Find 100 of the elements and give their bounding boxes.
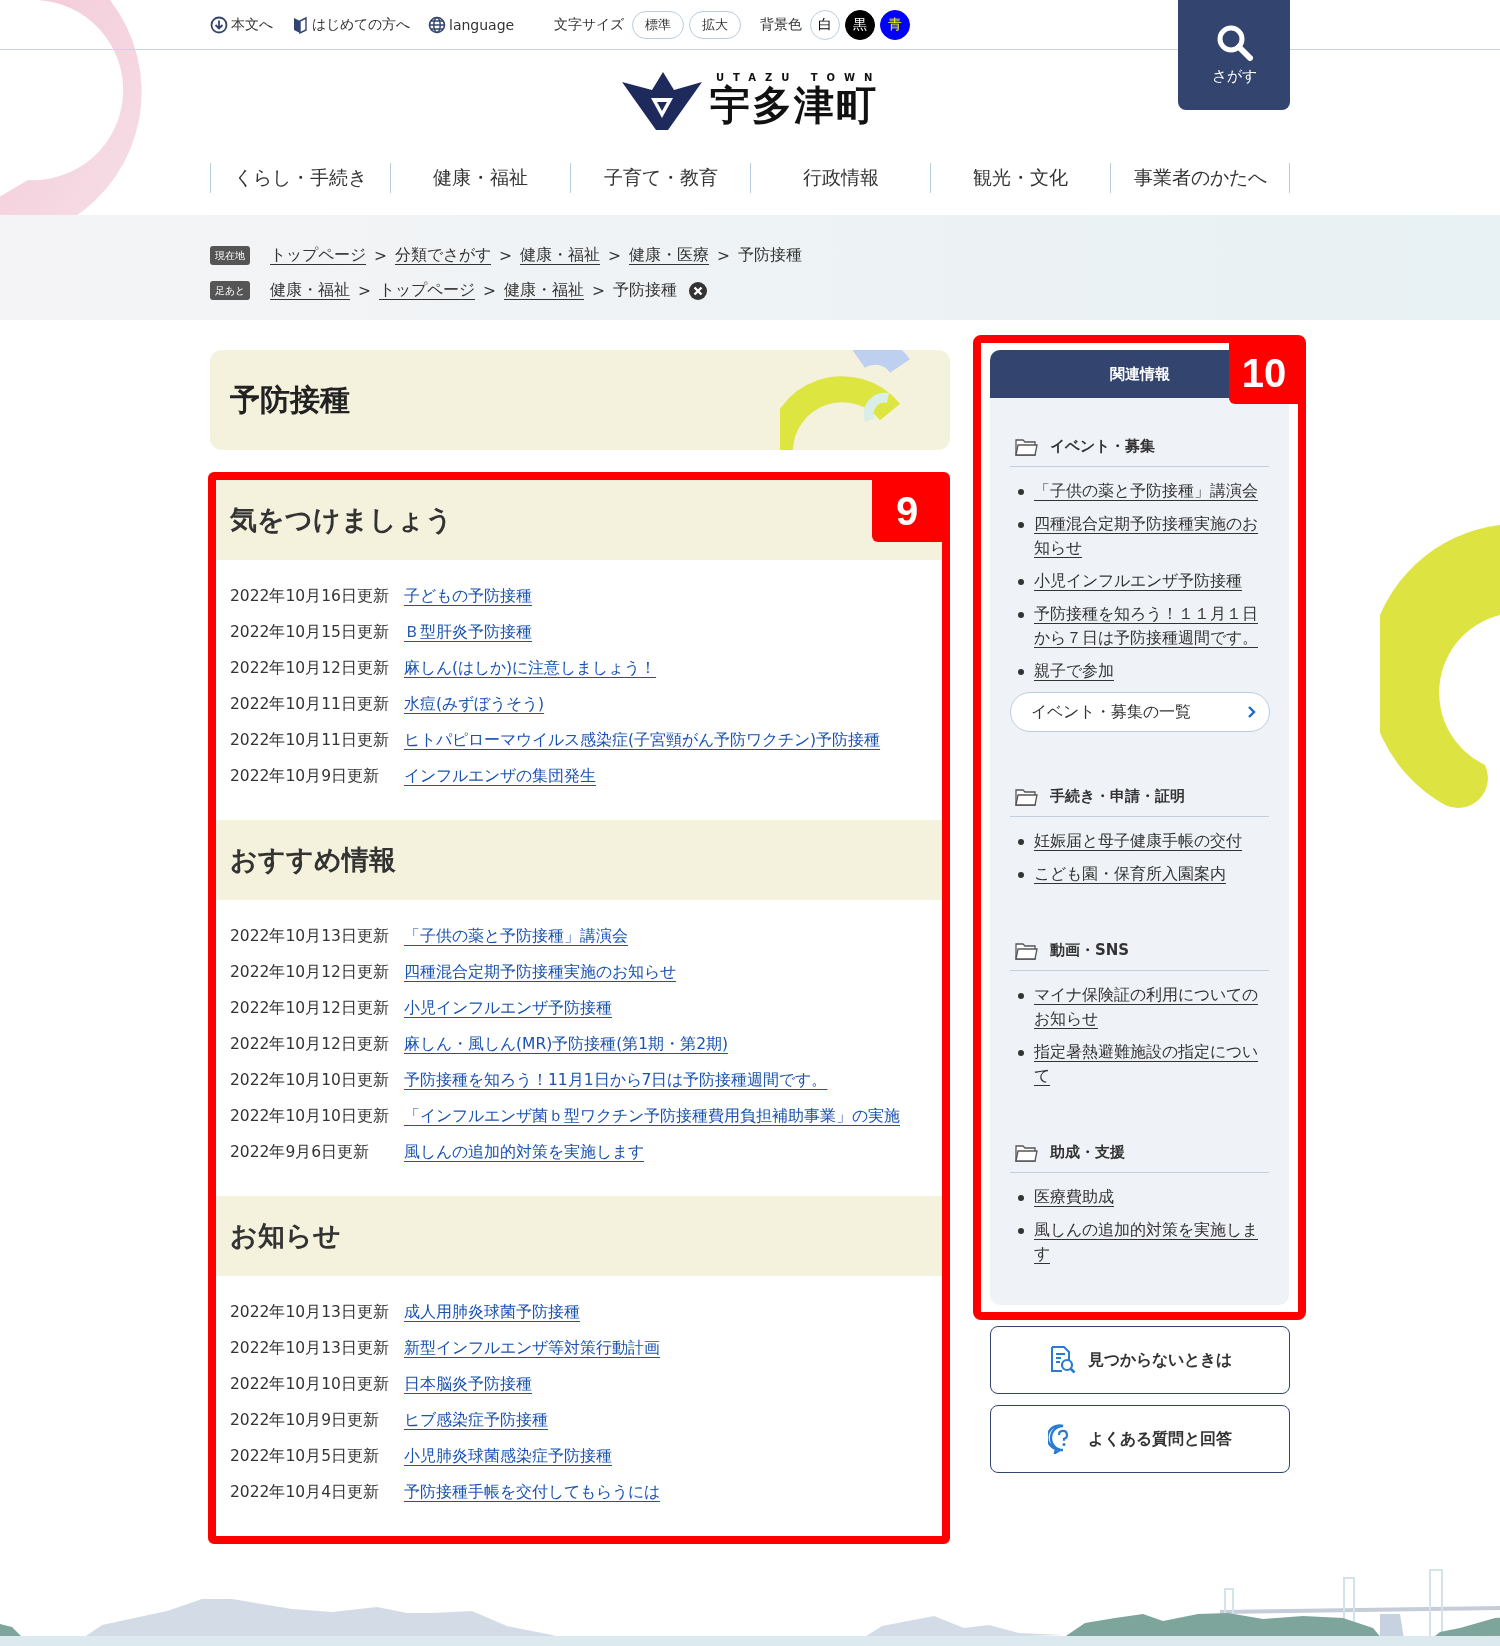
article-link[interactable]: Ｂ型肝炎予防接種: [404, 621, 532, 643]
article-link[interactable]: 小児肺炎球菌感染症予防接種: [404, 1445, 612, 1467]
update-date: 2022年10月10日更新: [230, 1373, 390, 1395]
utility-link[interactable]: language: [428, 15, 515, 34]
group-heading: 手続き・申請・証明: [1050, 786, 1185, 806]
related-link[interactable]: 親子で参加: [1034, 659, 1260, 683]
beginner-mark-icon: [291, 15, 309, 34]
update-date: 2022年10月11日更新: [230, 693, 390, 715]
article-link[interactable]: 水痘(みずぼうそう): [404, 693, 545, 715]
breadcrumb-link[interactable]: 健康・福祉: [504, 280, 584, 301]
help-button[interactable]: よくある質問と回答: [990, 1405, 1290, 1473]
bullet-icon: [1018, 579, 1024, 585]
article-link[interactable]: 「子供の薬と予防接種」講演会: [404, 925, 628, 947]
search-icon: [1215, 23, 1253, 61]
related-link[interactable]: 四種混合定期予防接種実施のお知らせ: [1034, 512, 1260, 560]
update-date: 2022年10月12日更新: [230, 657, 390, 679]
article-link[interactable]: 麻しん・風しん(MR)予防接種(第1期・第2期): [404, 1033, 729, 1055]
article-link[interactable]: 小児インフルエンザ予防接種: [404, 997, 612, 1019]
breadcrumb-separator: >: [499, 246, 512, 265]
group-heading: イベント・募集: [1050, 436, 1155, 456]
related-link[interactable]: 「子供の薬と予防接種」講演会: [1034, 479, 1260, 503]
group-heading: 助成・支援: [1050, 1142, 1125, 1162]
article-link[interactable]: 風しんの追加的対策を実施します: [404, 1141, 644, 1163]
nav-tab[interactable]: 行政情報: [750, 163, 930, 193]
globe-icon: [428, 15, 446, 34]
document-search-icon: [1048, 1345, 1078, 1375]
update-date: 2022年10月13日更新: [230, 925, 390, 947]
article-link[interactable]: 予防接種手帳を交付してもらうには: [404, 1481, 660, 1503]
nav-tab[interactable]: 事業者のかたへ: [1110, 163, 1290, 193]
font-size-label: 文字サイズ: [554, 15, 625, 34]
article-link[interactable]: 「インフルエンザ菌ｂ型ワクチン予防接種費用負担補助事業」の実施: [404, 1105, 900, 1127]
background-color-button[interactable]: 青: [880, 9, 911, 40]
breadcrumb-separator: >: [717, 246, 730, 265]
breadcrumb-separator: >: [483, 281, 496, 300]
town-logo[interactable]: UTAZU TOWN 宇多津町: [622, 68, 882, 130]
update-date: 2022年10月13日更新: [230, 1337, 390, 1359]
nav-tab[interactable]: くらし・手続き: [210, 163, 390, 193]
update-date: 2022年10月12日更新: [230, 1033, 390, 1055]
article-link[interactable]: 成人用肺炎球菌予防接種: [404, 1301, 580, 1323]
help-button[interactable]: 見つからないときは: [990, 1326, 1290, 1394]
article-link[interactable]: 予防接種を知ろう！11月1日から7日は予防接種週間です。: [404, 1069, 828, 1091]
breadcrumb-link[interactable]: 健康・福祉: [270, 280, 350, 301]
nav-tab[interactable]: 子育て・教育: [570, 163, 750, 193]
related-link[interactable]: 指定暑熱避難施設の指定について: [1034, 1040, 1260, 1088]
search-button[interactable]: さがす: [1178, 0, 1290, 110]
related-link[interactable]: 小児インフルエンザ予防接種: [1034, 569, 1260, 593]
list-more-button[interactable]: イベント・募集の一覧: [1010, 692, 1270, 732]
update-date: 2022年10月5日更新: [230, 1445, 381, 1467]
section-heading: お知らせ: [216, 1196, 942, 1276]
breadcrumb-current: 予防接種: [613, 280, 677, 301]
update-date: 2022年10月12日更新: [230, 997, 390, 1019]
breadcrumb-separator: >: [374, 246, 387, 265]
article-link[interactable]: 日本脳炎予防接種: [404, 1373, 532, 1395]
breadcrumb-badge: 現在地: [210, 246, 250, 265]
utility-link[interactable]: はじめての方へ: [291, 15, 410, 34]
update-date: 2022年10月9日更新: [230, 765, 381, 787]
breadcrumb-link[interactable]: 健康・医療: [629, 245, 709, 266]
folder-icon: [1015, 786, 1038, 806]
section-heading: おすすめ情報: [216, 820, 942, 900]
close-icon[interactable]: [689, 281, 707, 300]
arrow-down-circle-icon: [210, 15, 228, 34]
article-link[interactable]: インフルエンザの集団発生: [404, 765, 596, 787]
page-title: 予防接種: [230, 381, 350, 419]
bullet-icon: [1018, 1050, 1024, 1056]
article-link[interactable]: ヒトパピローマウイルス感染症(子宮頸がん予防ワクチン)予防接種: [404, 729, 881, 751]
update-date: 2022年10月15日更新: [230, 621, 390, 643]
background-color-button[interactable]: 黒: [845, 9, 876, 40]
article-link[interactable]: 四種混合定期予防接種実施のお知らせ: [404, 961, 676, 983]
font-size-button[interactable]: 標準: [632, 10, 685, 39]
update-date: 2022年10月11日更新: [230, 729, 390, 751]
article-link[interactable]: ヒブ感染症予防接種: [404, 1409, 548, 1431]
logo-name: 宇多津町: [710, 82, 879, 127]
related-link[interactable]: マイナ保険証の利用についてのお知らせ: [1034, 983, 1260, 1031]
folder-icon: [1015, 940, 1038, 960]
breadcrumb-link[interactable]: 健康・福祉: [520, 245, 600, 266]
article-link[interactable]: 新型インフルエンザ等対策行動計画: [404, 1337, 660, 1359]
logo-tagline: UTAZU TOWN: [716, 71, 882, 83]
article-link[interactable]: 子どもの予防接種: [404, 585, 532, 607]
utility-link[interactable]: 本文へ: [210, 15, 273, 34]
article-link[interactable]: 麻しん(はしか)に注意しましょう！: [404, 657, 657, 679]
annotation-badge: 9: [872, 480, 942, 542]
nav-tab[interactable]: 観光・文化: [930, 163, 1110, 193]
update-date: 2022年10月12日更新: [230, 961, 390, 983]
breadcrumb-badge: 足あと: [210, 281, 250, 300]
background-color-button[interactable]: 白: [810, 9, 841, 40]
update-date: 2022年10月10日更新: [230, 1069, 390, 1091]
font-size-button[interactable]: 拡大: [689, 10, 742, 39]
related-link[interactable]: 予防接種を知ろう！１１月１日から７日は予防接種週間です。: [1034, 602, 1260, 650]
breadcrumb-link[interactable]: 分類でさがす: [395, 245, 491, 266]
breadcrumb-link[interactable]: トップページ: [379, 280, 475, 301]
related-link[interactable]: 風しんの追加的対策を実施します: [1034, 1218, 1260, 1266]
bullet-icon: [1018, 669, 1024, 675]
bullet-icon: [1018, 993, 1024, 999]
update-date: 2022年9月6日更新: [230, 1141, 371, 1163]
related-link[interactable]: 妊娠届と母子健康手帳の交付: [1034, 829, 1260, 853]
breadcrumb-link[interactable]: トップページ: [270, 245, 366, 266]
breadcrumb-separator: >: [608, 246, 621, 265]
nav-tab[interactable]: 健康・福祉: [390, 163, 570, 193]
related-link[interactable]: 医療費助成: [1034, 1185, 1260, 1209]
related-link[interactable]: こども園・保育所入園案内: [1034, 862, 1260, 886]
